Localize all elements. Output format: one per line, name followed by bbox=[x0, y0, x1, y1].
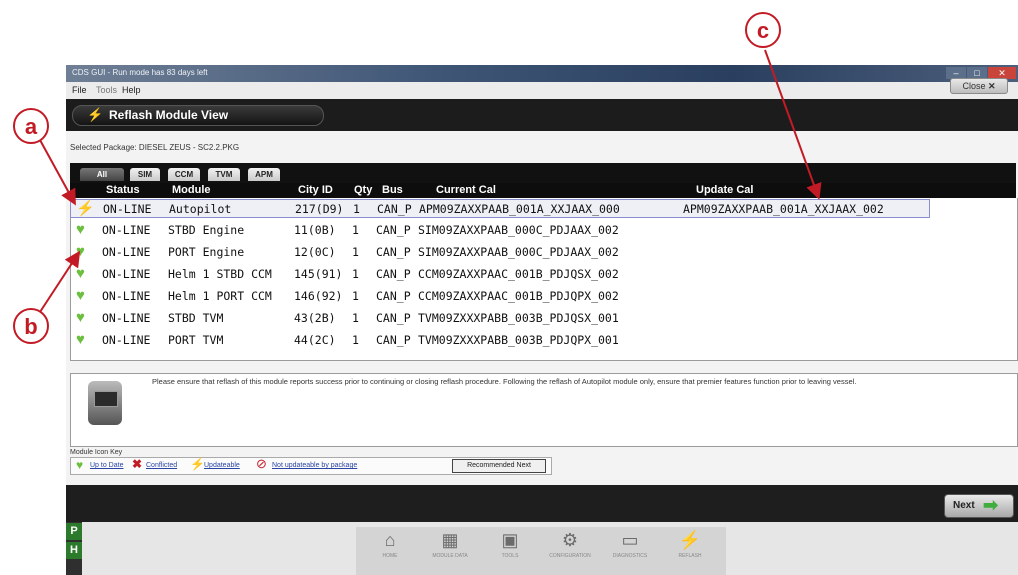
callout-c: c bbox=[745, 12, 781, 48]
callout-a-arrow bbox=[39, 139, 76, 206]
callout-c-arrow bbox=[764, 49, 822, 200]
callout-b: b bbox=[13, 308, 49, 344]
callout-b-arrow bbox=[39, 250, 81, 313]
callout-arrows bbox=[39, 49, 822, 313]
callout-a: a bbox=[13, 108, 49, 144]
